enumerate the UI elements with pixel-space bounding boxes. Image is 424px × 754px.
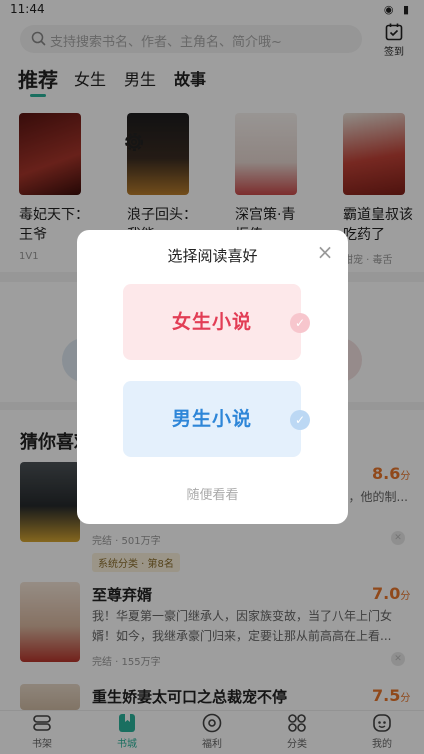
dialog-title: 选择阅读喜好: [167, 247, 258, 265]
reading-preference-dialog: [77, 230, 348, 524]
male-novel-button[interactable]: 男生小说: [123, 381, 301, 457]
female-novel-button[interactable]: 女生小说: [123, 284, 301, 360]
browse-casually-link[interactable]: 随便看看: [77, 484, 348, 503]
check-icon: ✓: [290, 410, 310, 430]
check-icon: ✓: [290, 313, 310, 333]
close-icon[interactable]: ×: [313, 240, 337, 264]
